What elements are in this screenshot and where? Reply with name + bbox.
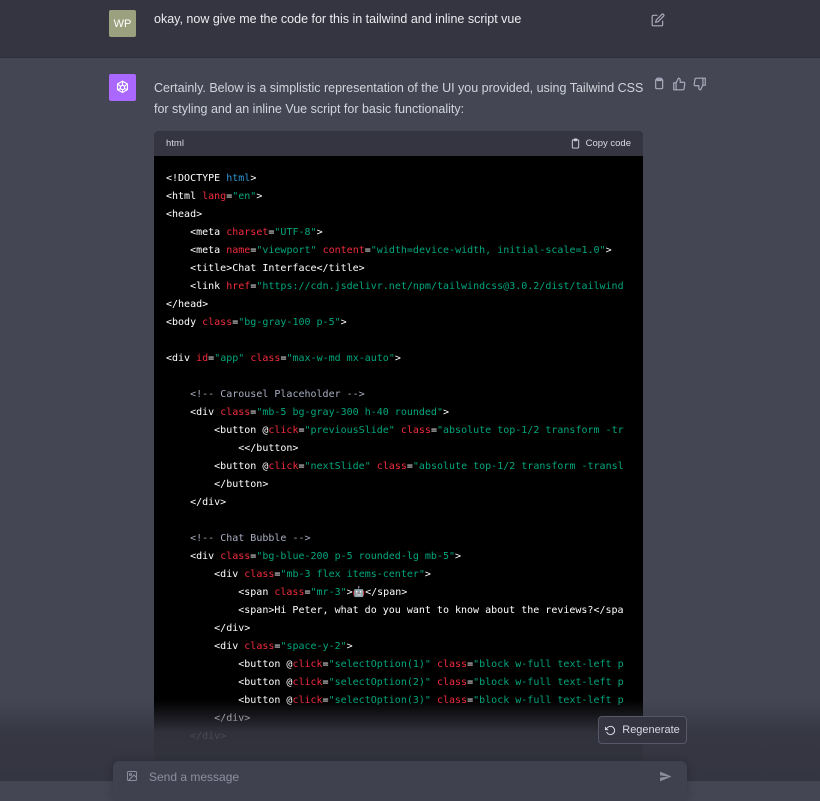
- copy-code-button[interactable]: Copy code: [570, 138, 631, 149]
- code-language-label: html: [166, 138, 184, 149]
- assistant-avatar: [109, 74, 136, 101]
- user-message-row: WP okay, now give me the code for this i…: [0, 0, 820, 58]
- message-composer: [113, 761, 687, 801]
- send-icon[interactable]: [659, 770, 672, 783]
- copy-code-label: Copy code: [585, 138, 631, 149]
- openai-logo-icon: [116, 80, 129, 94]
- code-block-header: html Copy code: [154, 131, 643, 156]
- user-avatar: WP: [109, 10, 136, 37]
- thumbs-down-icon[interactable]: [693, 77, 707, 91]
- regenerate-label: Regenerate: [622, 724, 680, 736]
- edit-icon[interactable]: [651, 13, 665, 27]
- assistant-message-text: Certainly. Below is a simplistic represe…: [154, 81, 644, 116]
- clipboard-icon: [571, 138, 579, 149]
- regenerate-button[interactable]: Regenerate: [598, 716, 687, 744]
- copy-icon[interactable]: [651, 77, 665, 91]
- code-block: html Copy code <!DOCTYPE html> <html lan…: [154, 131, 643, 781]
- message-input[interactable]: [147, 769, 631, 785]
- image-icon[interactable]: [126, 770, 138, 782]
- user-message-text: okay, now give me the code for this in t…: [154, 12, 522, 26]
- thumbs-up-icon[interactable]: [672, 77, 686, 91]
- refresh-icon: [605, 725, 616, 735]
- code-content: <!DOCTYPE html> <html lang="en"> <head> …: [166, 173, 624, 742]
